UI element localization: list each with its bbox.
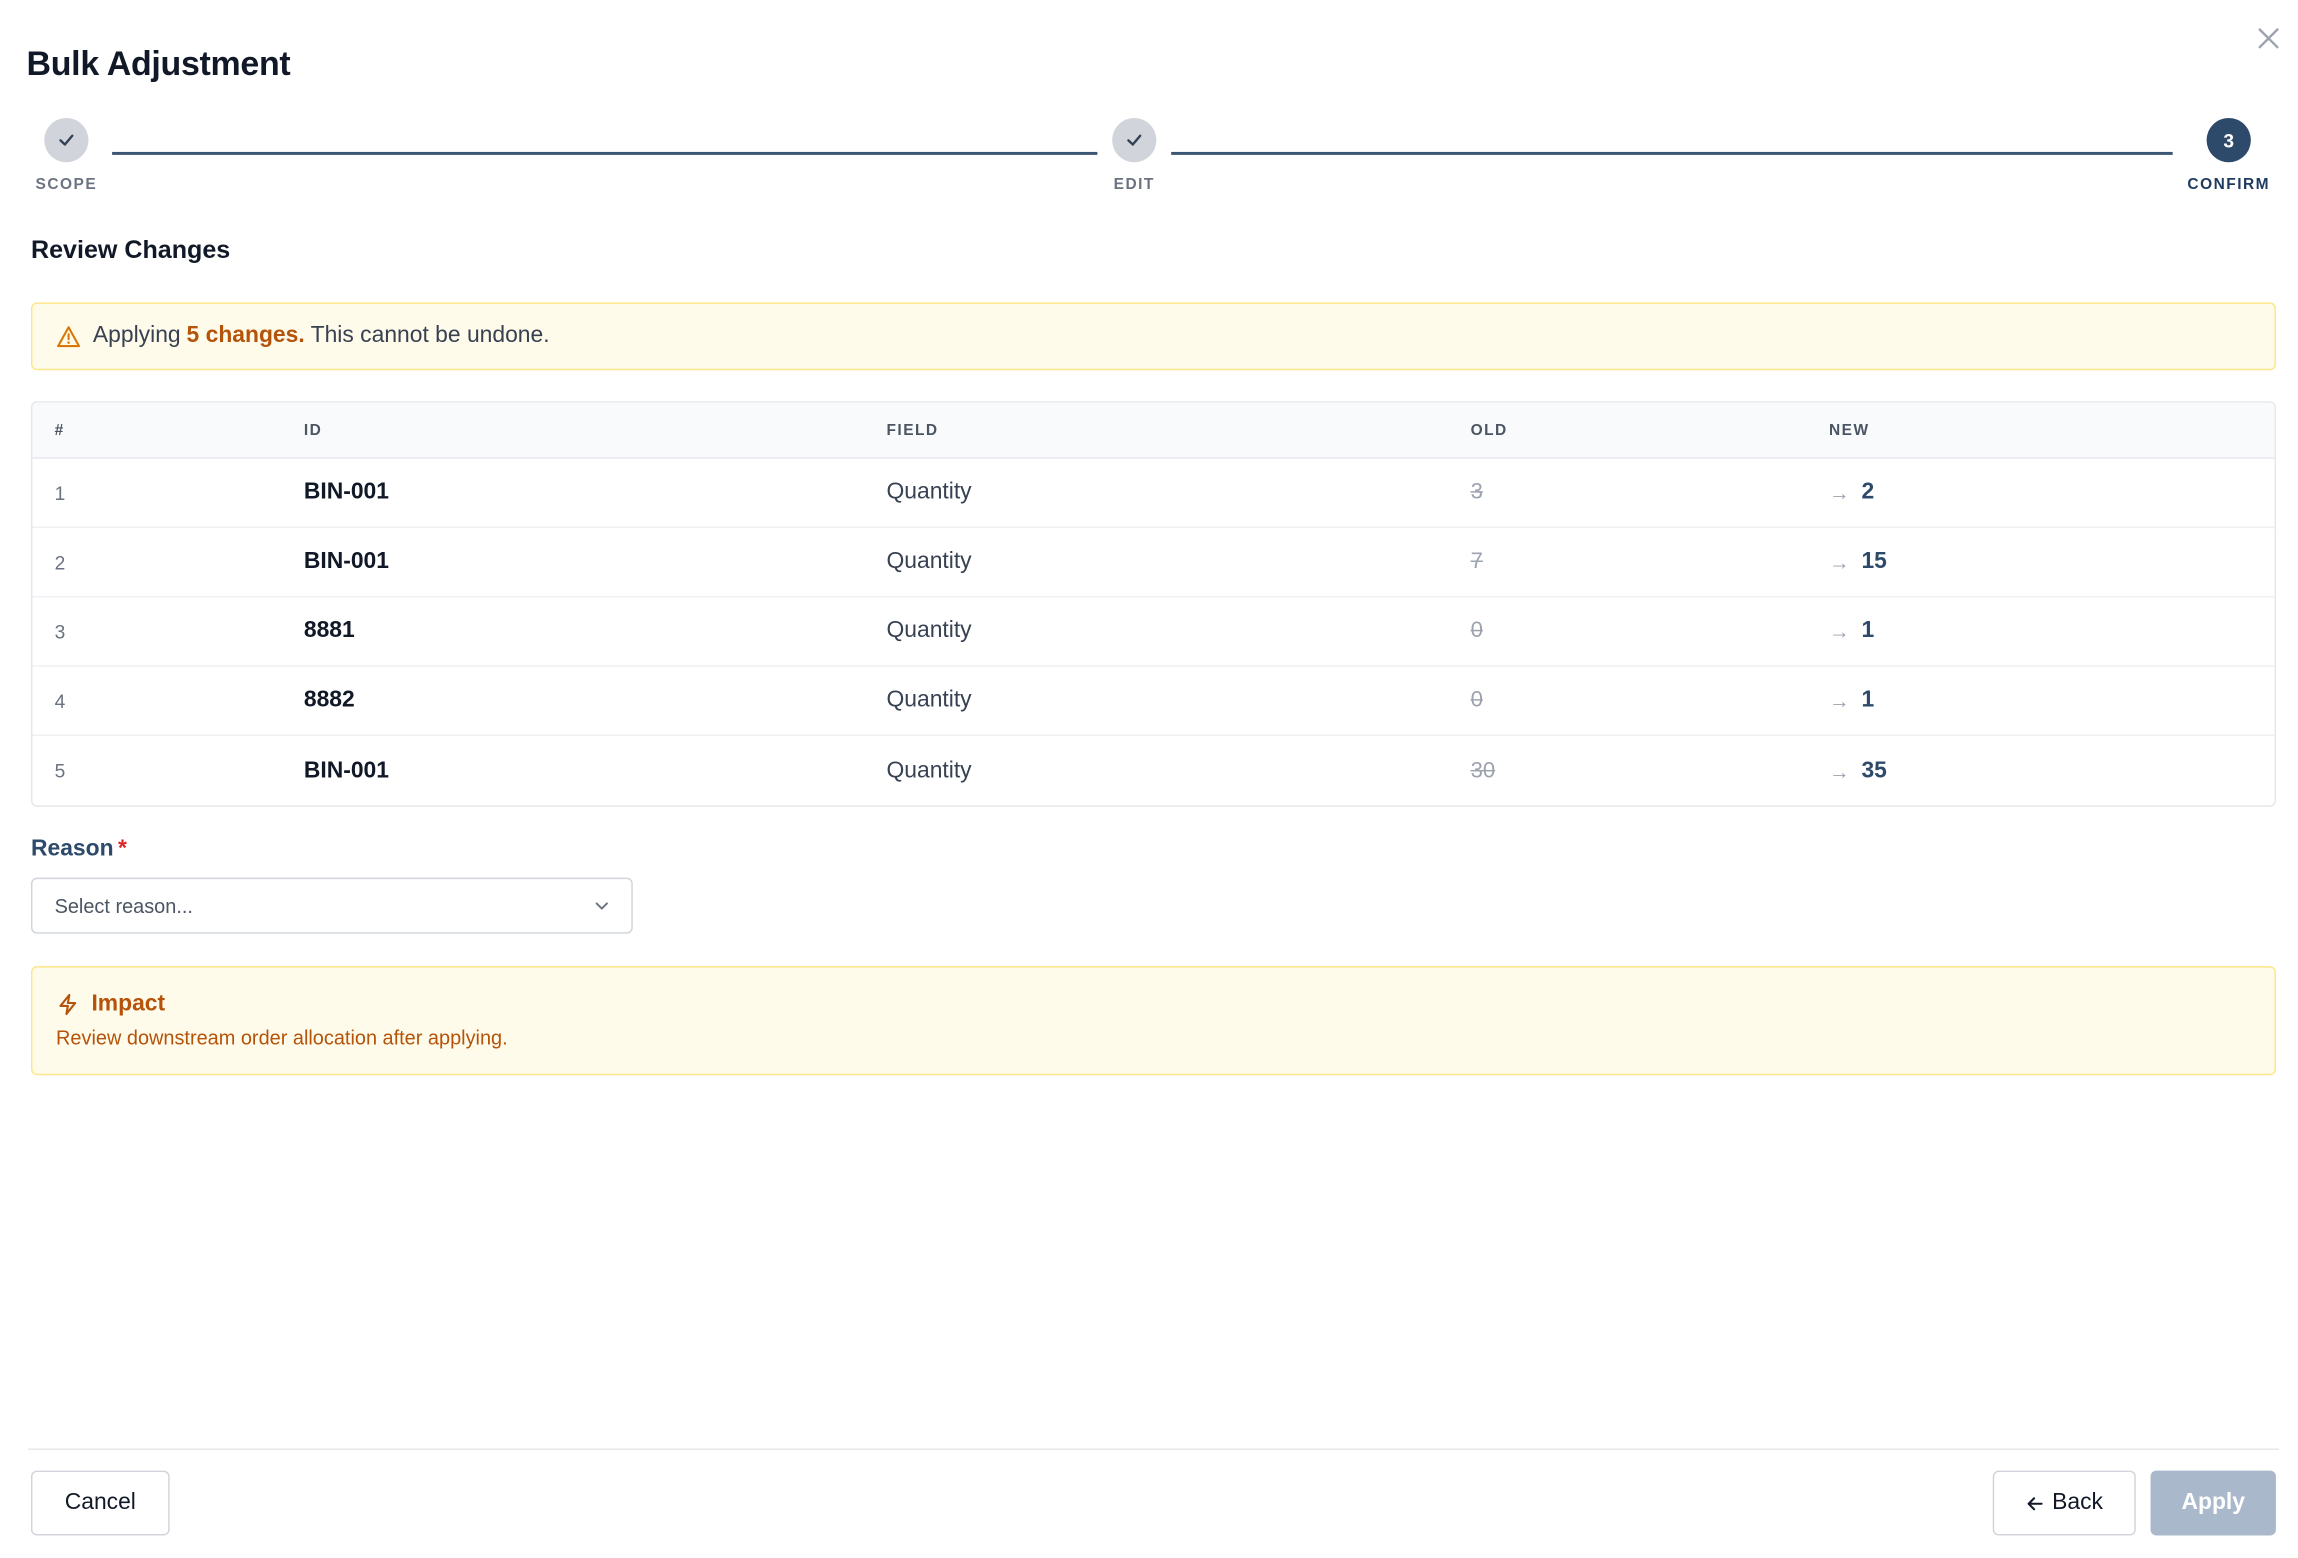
warning-highlight: 5 changes. — [186, 323, 305, 349]
header-field: FIELD — [886, 421, 939, 439]
row-field: Quantity — [886, 757, 972, 783]
row-id: BIN-001 — [303, 548, 389, 574]
row-new-value: 1 — [1861, 687, 1875, 713]
impact-title: Impact — [91, 991, 166, 1017]
table-row: 4 8882 Quantity 0 → 1 — [32, 667, 2275, 737]
arrow-left-icon — [2027, 1496, 2044, 1510]
table-row: 5 BIN-001 Quantity 30 → 35 — [32, 736, 2274, 805]
impact-message: Review downstream order allocation after… — [56, 1026, 508, 1049]
reason-select[interactable]: Select reason... — [30, 877, 633, 934]
reason-label: Reason * — [31, 836, 127, 863]
header-new: NEW — [1829, 421, 1870, 439]
warning-suffix: This cannot be undone. — [310, 323, 550, 349]
check-icon — [1112, 118, 1157, 163]
step-number: 3 — [2206, 118, 2251, 163]
arrow-right-icon: → — [1829, 480, 1850, 505]
row-field: Quantity — [886, 548, 972, 574]
cancel-button[interactable]: Cancel — [30, 1470, 170, 1536]
row-field: Quantity — [886, 618, 972, 644]
back-button-label: Back — [2052, 1489, 2103, 1515]
step-label: SCOPE — [35, 175, 98, 194]
reason-placeholder: Select reason... — [54, 894, 193, 917]
header-id: ID — [303, 421, 323, 439]
row-new-value: 15 — [1861, 548, 1887, 574]
row-number: 1 — [54, 481, 66, 504]
warning-prefix: Applying — [92, 323, 181, 349]
lightning-icon — [59, 993, 77, 1016]
table-row: 2 BIN-001 Quantity 7 → 15 — [32, 528, 2275, 598]
reason-label-text: Reason — [30, 836, 114, 862]
row-id: 8881 — [303, 618, 355, 644]
row-number: 3 — [54, 620, 66, 643]
apply-button[interactable]: Apply — [2150, 1470, 2276, 1536]
row-old-value: 0 — [1470, 618, 1483, 644]
row-id: 8882 — [303, 687, 355, 713]
row-field: Quantity — [886, 687, 972, 713]
step-label: CONFIRM — [2187, 175, 2271, 194]
row-new-value: 35 — [1861, 757, 1887, 783]
step-edit: EDIT — [1100, 118, 1168, 193]
cancel-button-label: Cancel — [64, 1489, 136, 1515]
changes-table: # ID FIELD OLD NEW 1 BIN-001 Quantity 3 … — [30, 401, 2276, 807]
impact-panel: Impact Review downstream order allocatio… — [30, 966, 2276, 1076]
apply-button-label: Apply — [2181, 1489, 2245, 1515]
arrow-right-icon: → — [1829, 688, 1850, 713]
step-scope: SCOPE — [32, 118, 100, 193]
step-label: EDIT — [1113, 175, 1155, 194]
row-id: BIN-001 — [303, 757, 389, 783]
table-header: # ID FIELD OLD NEW — [32, 402, 2275, 459]
header-old: OLD — [1470, 421, 1508, 439]
row-number: 5 — [54, 759, 66, 782]
close-icon[interactable] — [2254, 24, 2284, 54]
row-number: 4 — [54, 689, 66, 712]
header-num: # — [54, 421, 65, 439]
row-new-value: 2 — [1861, 479, 1875, 505]
stepper-connector — [1171, 151, 2173, 155]
step-confirm: 3 CONFIRM — [2187, 118, 2269, 193]
row-number: 2 — [54, 550, 66, 574]
section-title: Review Changes — [30, 236, 231, 265]
table-row: 3 8881 Quantity 0 → 1 — [32, 597, 2275, 667]
row-old-value: 30 — [1470, 757, 1496, 783]
dialog-title: Bulk Adjustment — [26, 44, 291, 83]
arrow-right-icon: → — [1829, 758, 1850, 783]
arrow-right-icon: → — [1829, 550, 1850, 574]
back-button[interactable]: Back — [1992, 1470, 2136, 1536]
stepper-connector — [112, 151, 1098, 155]
table-row: 1 BIN-001 Quantity 3 → 2 — [32, 459, 2275, 529]
row-new-value: 1 — [1861, 618, 1875, 644]
row-old-value: 0 — [1470, 687, 1483, 713]
stepper: SCOPE EDIT 3 CONFIRM — [32, 118, 2274, 193]
check-icon — [44, 118, 89, 163]
row-old-value: 7 — [1470, 548, 1483, 574]
footer-divider — [28, 1448, 2279, 1450]
row-old-value: 3 — [1470, 479, 1483, 505]
required-mark: * — [118, 836, 127, 862]
row-id: BIN-001 — [303, 479, 389, 505]
warning-icon — [57, 325, 81, 347]
warning-banner: Applying 5 changes. This cannot be undon… — [30, 302, 2276, 371]
bulk-adjustment-dialog: Bulk Adjustment SCOPE EDIT 3 CONFIRM Rev… — [0, 0, 2298, 1558]
row-field: Quantity — [886, 479, 972, 505]
arrow-right-icon: → — [1829, 619, 1850, 644]
chevron-down-icon — [595, 902, 608, 910]
